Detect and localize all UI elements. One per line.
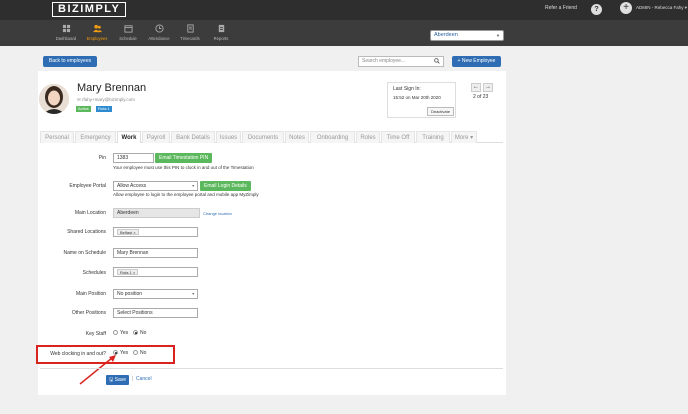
location-select[interactable]: Aberdeen ▼ <box>430 30 504 41</box>
add-icon[interactable]: + <box>620 2 632 14</box>
calendar-icon <box>123 25 133 33</box>
main-location-field: Aberdeen <box>113 208 200 218</box>
location-value: Aberdeen <box>434 32 458 38</box>
save-button[interactable]: 🖫 Save <box>106 375 129 385</box>
search-employee-input[interactable]: Search employee... <box>358 56 444 67</box>
shared-locations-label: Shared Locations <box>67 229 106 235</box>
help-icon[interactable]: ? <box>591 4 602 15</box>
nav-label: Dashboard <box>55 36 77 41</box>
other-positions-field[interactable]: Select Positions <box>113 308 198 318</box>
chevron-down-icon: ▼ <box>191 184 195 188</box>
timecard-icon <box>186 24 194 33</box>
search-placeholder: Search employee... <box>362 58 406 64</box>
avatar-image <box>39 84 69 114</box>
bizimply-logo[interactable]: BIZIMPLY <box>52 2 127 17</box>
pager-count: 2 of 23 <box>473 94 489 100</box>
main-location-label: Main Location <box>74 210 106 216</box>
email-timestation-pin-button[interactable]: Email Timestation PIN <box>155 153 213 163</box>
key-staff-label: Key Staff <box>85 331 106 337</box>
nav-employees[interactable]: Employees <box>80 24 114 41</box>
tab-bank-details[interactable]: Bank Details <box>171 131 215 143</box>
back-to-employees-button[interactable]: Back to employees <box>43 56 97 67</box>
employee-name: Mary Brennan <box>77 82 147 94</box>
location-tag[interactable]: Belfast × <box>117 229 139 235</box>
rota-badge: Rota 1 <box>96 106 112 112</box>
tab-more[interactable]: More ▾ <box>451 131 477 143</box>
nav-label: Reports <box>213 36 229 41</box>
tab-time-off[interactable]: Time Off <box>381 131 415 143</box>
other-positions-label: Other Positions <box>71 310 106 316</box>
shared-locations-field[interactable]: Belfast × <box>113 227 198 237</box>
next-employee-button[interactable]: → <box>483 83 493 92</box>
status-badge: Active <box>76 106 91 112</box>
separator: | <box>132 376 134 382</box>
change-location-link[interactable]: Change location <box>203 211 232 216</box>
schedules-field[interactable]: Rota 1 × <box>113 267 198 277</box>
key-staff-yes-radio[interactable]: Yes <box>113 330 128 336</box>
search-icon <box>434 58 440 64</box>
key-staff-no-radio[interactable]: No <box>133 330 146 336</box>
tab-payroll[interactable]: Payroll <box>142 131 170 143</box>
nav-attendance[interactable]: Attendance <box>142 24 176 41</box>
nav-label: Attendance <box>148 36 170 41</box>
employee-email: ✉ rfahy+mary@bizimply.com <box>77 97 135 103</box>
schedule-tag[interactable]: Rota 1 × <box>117 269 139 275</box>
divider <box>40 368 503 369</box>
tab-notes[interactable]: Notes <box>285 131 309 143</box>
tab-onboarding[interactable]: Onboarding <box>310 131 355 143</box>
dashboard-icon <box>62 24 70 33</box>
nav-schedule[interactable]: Schedule <box>111 24 145 41</box>
previous-employee-button[interactable]: ← <box>471 83 481 92</box>
nav-label: Timecards <box>180 36 200 41</box>
portal-label: Employee Portal <box>69 183 106 189</box>
nav-timecards[interactable]: Timecards <box>173 24 207 41</box>
profile-tabs: Personal Emergency Work Payroll Bank Det… <box>40 131 503 143</box>
last-sign-in-box: Last Sign In: 15:52 on Mar 20th 2020 Dea… <box>387 82 456 118</box>
user-menu[interactable]: ADMIN - Rebecca Fahy ▾ <box>636 5 687 11</box>
nav-label: Schedule <box>119 36 137 41</box>
email-login-details-button[interactable]: Email Login Details <box>200 181 251 191</box>
radio-dot <box>113 330 118 336</box>
chevron-down-icon: ▼ <box>496 33 500 38</box>
avatar <box>39 84 69 114</box>
last-sign-in-label: Last Sign In: <box>393 86 421 92</box>
refer-friend-link[interactable]: Refer a Friend <box>545 5 577 11</box>
top-bar: BIZIMPLY Refer a Friend ? + ADMIN - Rebe… <box>0 0 688 20</box>
schedules-label: Schedules <box>82 270 106 276</box>
tab-roles[interactable]: Roles <box>356 131 380 143</box>
tab-documents[interactable]: Documents <box>242 131 284 143</box>
nav-reports[interactable]: Reports <box>204 24 238 41</box>
tab-issues[interactable]: Issues <box>216 131 241 143</box>
cancel-link[interactable]: Cancel <box>136 376 152 382</box>
portal-help: Allow employee to login to the employee … <box>113 192 259 197</box>
portal-select[interactable]: Allow Access ▼ <box>113 181 198 191</box>
deactivate-button[interactable]: Deactivate <box>427 107 454 116</box>
pin-label: Pin <box>98 155 106 161</box>
portal-value: Allow Access <box>117 183 147 189</box>
radio-label: No <box>140 330 147 336</box>
tab-work[interactable]: Work <box>117 131 141 143</box>
report-icon <box>218 24 224 33</box>
name-on-schedule-field[interactable]: Mary Brennan <box>113 248 198 258</box>
new-employee-button[interactable]: + New Employee <box>452 56 501 67</box>
nav-dashboard[interactable]: Dashboard <box>49 24 83 41</box>
radio-label: Yes <box>120 330 129 336</box>
employees-icon <box>92 24 102 33</box>
chevron-down-icon: ▼ <box>191 292 195 296</box>
clock-icon <box>154 24 164 33</box>
last-sign-in-value: 15:52 on Mar 20th 2020 <box>393 95 441 100</box>
main-position-label: Main Position <box>75 291 106 297</box>
pin-help: Your employee must use this PIN to clock… <box>113 165 254 170</box>
nav-label: Employees <box>86 36 108 41</box>
pin-field[interactable]: 1383 <box>113 153 154 163</box>
email-text: rfahy+mary@bizimply.com <box>82 97 135 102</box>
main-nav: Dashboard Employees Schedule Attendance … <box>0 20 688 46</box>
name-on-schedule-label: Name on Schedule <box>63 250 106 256</box>
main-position-select[interactable]: No position ▼ <box>113 289 198 299</box>
main-position-value: No position <box>117 291 143 297</box>
radio-dot <box>133 330 138 336</box>
tab-training[interactable]: Training <box>416 131 450 143</box>
tab-emergency[interactable]: Emergency <box>75 131 116 143</box>
tab-personal[interactable]: Personal <box>40 131 74 143</box>
